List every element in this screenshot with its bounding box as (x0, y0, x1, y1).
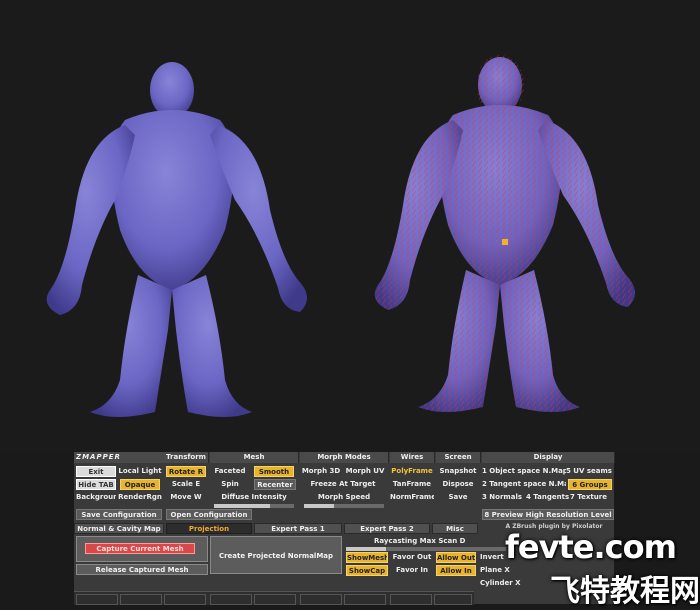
object-space-nmap-button[interactable]: 1 Object space N.Map (482, 466, 566, 477)
snapshot-button[interactable]: Snapshot (436, 466, 480, 477)
morph-speed-slider[interactable]: Morph Speed (300, 492, 388, 503)
polyframe-button[interactable]: PolyFrame (390, 466, 434, 477)
config-row: Save Configuration Open Configuration 8 … (74, 509, 614, 521)
tab-normal-cavity-map[interactable]: Normal & Cavity Map (74, 523, 164, 534)
row-1: Exit Local Light Rotate R Faceted Smooth… (74, 466, 614, 478)
header-wires: Wires (390, 452, 435, 463)
tangents-button[interactable]: 4 Tangents (526, 492, 570, 503)
opaque-button[interactable]: Opaque (120, 479, 160, 490)
rotate-button[interactable]: Rotate R (166, 466, 206, 477)
header-morph-modes: Morph Modes (300, 452, 389, 463)
spin-button[interactable]: Spin (210, 479, 250, 490)
header-screen: Screen (436, 452, 481, 463)
raycasting-slider-fill (346, 547, 386, 551)
preview-high-res-button[interactable]: 8 Preview High Resolution Level (482, 509, 614, 520)
dispose-button[interactable]: Dispose (436, 479, 480, 490)
renderrgn-button[interactable]: RenderRgn (118, 492, 162, 503)
tab-projection[interactable]: Projection (166, 523, 252, 534)
bottom-cell[interactable] (76, 594, 118, 605)
texture-button[interactable]: 7 Texture (570, 492, 614, 503)
bottom-cell[interactable] (390, 594, 432, 605)
save-configuration-button[interactable]: Save Configuration (76, 509, 162, 520)
normals-button[interactable]: 3 Normals (482, 492, 526, 503)
allow-out-button[interactable]: Allow Out (436, 552, 476, 563)
local-light-toggle[interactable]: Local Light (118, 466, 162, 477)
bottom-cell[interactable] (254, 594, 296, 605)
raycasting-max-scan-label: Raycasting Max Scan D (374, 537, 466, 545)
open-configuration-button[interactable]: Open Configuration (166, 509, 252, 520)
bottom-cell[interactable] (210, 594, 252, 605)
freeze-at-target-button[interactable]: Freeze At Target (300, 479, 386, 490)
faceted-button[interactable]: Faceted (210, 466, 250, 477)
capture-box: Capture Current Mesh (76, 536, 208, 562)
model-right-normals (374, 55, 636, 412)
pivot-marker (502, 239, 508, 245)
bottom-cell[interactable] (434, 594, 472, 605)
tab-expert-pass-1[interactable]: Expert Pass 1 (254, 523, 342, 534)
scale-button[interactable]: Scale E (166, 479, 206, 490)
bottom-cell[interactable] (164, 594, 206, 605)
plane-x-button[interactable]: Plane X (480, 565, 520, 576)
showcap-button[interactable]: ShowCap (346, 565, 388, 576)
bottom-cell[interactable] (120, 594, 162, 605)
move-button[interactable]: Move W (166, 492, 206, 503)
bottom-cell[interactable] (300, 594, 342, 605)
smooth-button[interactable]: Smooth (254, 466, 294, 477)
favor-out-button[interactable]: Favor Out (390, 552, 434, 563)
row-2: Hide TAB Opaque Scale E Spin Recenter Fr… (74, 479, 614, 491)
cylinder-x-button[interactable]: Cylinder X (480, 578, 530, 589)
3d-viewport[interactable] (0, 0, 700, 452)
watermark-site: 飞特教程网 (550, 574, 700, 609)
header-row: ZMAPPER Transform Mesh Morph Modes Wires… (74, 452, 615, 464)
model-left (46, 62, 308, 417)
morph-speed-fill (304, 504, 334, 508)
zmapper-title: ZMAPPER (74, 452, 165, 463)
tab-misc[interactable]: Misc (432, 523, 478, 534)
capture-current-mesh-button[interactable]: Capture Current Mesh (85, 543, 195, 554)
hide-button[interactable]: Hide TAB (76, 479, 116, 490)
bottom-cell[interactable] (344, 594, 386, 605)
row-3: Background RenderRgn Move W Diffuse Inte… (74, 492, 614, 504)
watermark-url: fevte.com (505, 528, 677, 566)
background-button[interactable]: Background (76, 492, 116, 503)
header-display: Display (482, 452, 615, 463)
header-transform: Transform (164, 452, 209, 463)
diffuse-intensity-fill (214, 504, 270, 508)
normframe-button[interactable]: NormFrame (390, 492, 434, 503)
groups-button[interactable]: 6 Groups (568, 479, 612, 490)
exit-button[interactable]: Exit (76, 466, 116, 477)
tanframe-button[interactable]: TanFrame (390, 479, 434, 490)
header-mesh: Mesh (210, 452, 299, 463)
diffuse-intensity-slider[interactable]: Diffuse Intensity (210, 492, 298, 503)
save-button[interactable]: Save (436, 492, 480, 503)
favor-in-button[interactable]: Favor In (390, 565, 434, 576)
release-captured-mesh-button[interactable]: Release Captured Mesh (76, 564, 208, 575)
bottom-bar (74, 591, 474, 605)
allow-in-button[interactable]: Allow In (436, 565, 476, 576)
showmesh-button[interactable]: ShowMesh (346, 552, 388, 563)
uv-seams-button[interactable]: 5 UV seams (566, 466, 614, 477)
morph-uv-button[interactable]: Morph UV (344, 466, 386, 477)
morph-3d-button[interactable]: Morph 3D (300, 466, 342, 477)
tab-expert-pass-2[interactable]: Expert Pass 2 (344, 523, 430, 534)
create-projected-normalmap-button[interactable]: Create Projected NormalMap (210, 536, 342, 574)
recenter-button[interactable]: Recenter (254, 479, 296, 490)
tangent-space-nmap-button[interactable]: 2 Tangent space N.Map (482, 479, 566, 490)
create-projected-normalmap-label: Create Projected NormalMap (218, 552, 334, 560)
